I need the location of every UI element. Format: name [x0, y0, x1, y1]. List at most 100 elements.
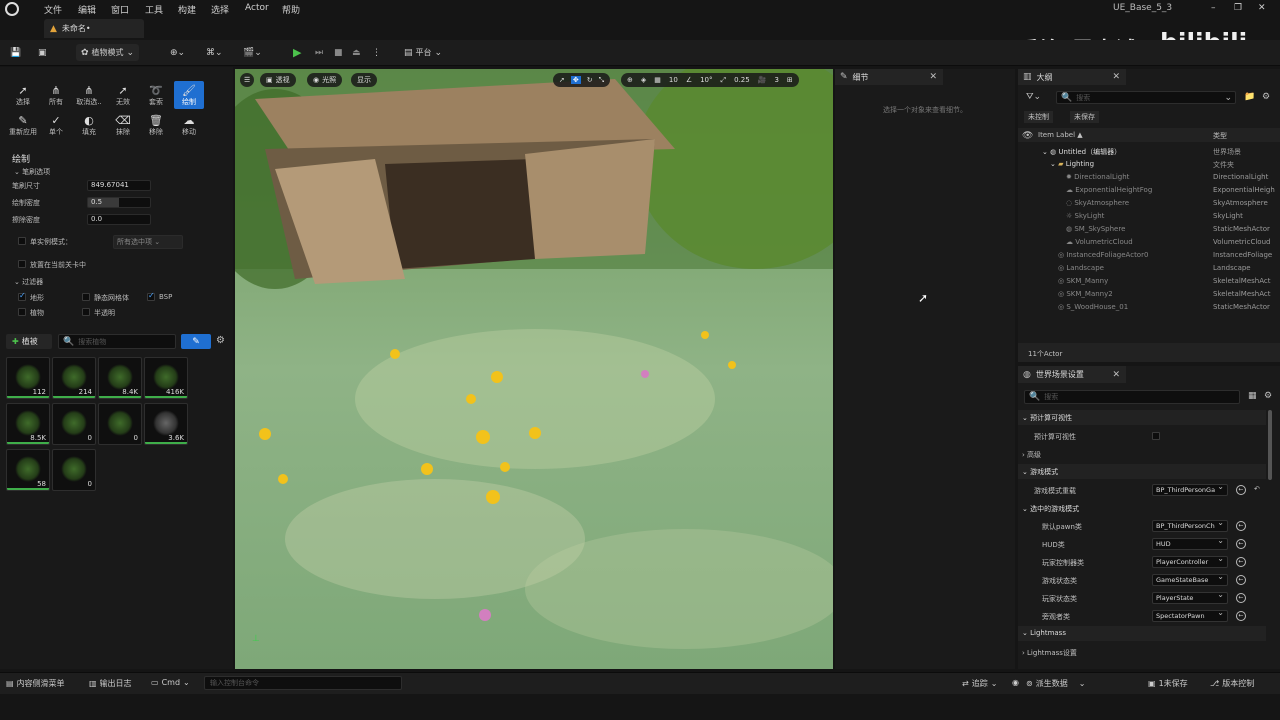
- tool-reapply[interactable]: ✎ 重新应用: [8, 115, 38, 137]
- trace-button[interactable]: ⇄ 追踪 ⌄: [962, 678, 997, 689]
- outliner-row[interactable]: ◎ InstancedFoliageActor0 InstancedFoliage: [1018, 249, 1280, 262]
- rotate-icon[interactable]: ↻: [587, 76, 593, 84]
- single-instance-checkbox[interactable]: [18, 237, 26, 245]
- tool-lasso[interactable]: ➰ 套索: [141, 85, 171, 107]
- browse-icon[interactable]: ←: [1236, 557, 1246, 567]
- reset-icon[interactable]: ↶: [1254, 485, 1260, 493]
- source-control-button[interactable]: ⎇ 版本控制: [1210, 678, 1254, 689]
- stop-icon[interactable]: ■: [334, 44, 343, 61]
- show-button[interactable]: 显示: [351, 73, 377, 87]
- camera-speed-value[interactable]: 3: [774, 76, 778, 84]
- filter-translucent-checkbox[interactable]: [82, 308, 90, 316]
- foliage-thumb-8[interactable]: 3.6K: [144, 403, 188, 445]
- derived-data-button[interactable]: ⊚ 派生数据 ⌄: [1026, 678, 1085, 689]
- details-tab[interactable]: ✎ 细节 ✕: [835, 69, 943, 85]
- tool-paint[interactable]: 🖌 绘制: [174, 81, 204, 109]
- cinematics-icon[interactable]: 🎬⌄: [243, 44, 262, 61]
- content-browser-icon[interactable]: ▣: [38, 44, 47, 61]
- tool-erase[interactable]: ⌫ 抹除: [108, 115, 138, 137]
- menu-window[interactable]: 窗口: [111, 3, 129, 16]
- visibility-eye-icon[interactable]: 👁: [1022, 131, 1033, 141]
- tool-select[interactable]: ➚ 选择: [8, 85, 38, 107]
- menu-tools[interactable]: 工具: [145, 3, 163, 16]
- browse-icon[interactable]: ←: [1236, 575, 1246, 585]
- menu-build[interactable]: 构建: [178, 3, 196, 16]
- level-tab[interactable]: ▲ 未命名•: [44, 19, 144, 38]
- step-icon[interactable]: ⏭: [315, 44, 323, 61]
- section-precomputed[interactable]: ⌄ 预计算可视性: [1018, 410, 1266, 425]
- lightmass-settings-row[interactable]: › Lightmass设置: [1018, 643, 1280, 661]
- play-icon[interactable]: ▶: [293, 44, 301, 61]
- tool-single[interactable]: ✓ 单个: [41, 115, 71, 137]
- world-settings-tab[interactable]: ◍ 世界场景设置 ✕: [1018, 366, 1126, 383]
- outliner-tab[interactable]: ▥ 大纲 ✕: [1018, 69, 1126, 85]
- angle-snap-icon[interactable]: ∠: [686, 76, 692, 84]
- filter-static-mesh-checkbox[interactable]: [82, 293, 90, 301]
- settings-gear-icon[interactable]: ⚙: [1264, 391, 1272, 401]
- level-viewport[interactable]: ☰ ▣ 透视 ◉ 光照 显示 ➚ ✥ ↻ ⤡ ⊕ ◈ ▦ 10 ∠ 10° ⤢ 0.…: [235, 69, 833, 669]
- foliage-thumb-5[interactable]: 8.5K: [6, 403, 50, 445]
- tool-move[interactable]: ☁ 移动: [174, 115, 204, 137]
- foliage-thumb-3[interactable]: 8.4K: [98, 357, 142, 399]
- content-drawer-button[interactable]: ▤ 内容侧滑菜单: [6, 678, 65, 689]
- unsaved-filter-chip[interactable]: 未控制: [1024, 111, 1053, 123]
- menu-actor[interactable]: Actor: [245, 3, 269, 13]
- unreal-logo-icon[interactable]: [5, 2, 19, 16]
- filter-landscape-checkbox[interactable]: [18, 291, 26, 301]
- erase-density-field[interactable]: 0.0: [87, 214, 151, 225]
- maximize-viewport-icon[interactable]: ⊞: [787, 76, 793, 84]
- game-mode-override-dropdown[interactable]: BP_ThirdPersonGa: [1152, 484, 1228, 496]
- add-folder-icon[interactable]: 📁: [1244, 92, 1255, 102]
- scrollbar-thumb[interactable]: [1268, 410, 1272, 480]
- filters-header[interactable]: ⌄ 过滤器: [14, 277, 43, 287]
- table-view-icon[interactable]: ▦: [1248, 391, 1257, 401]
- blueprint-icon[interactable]: ⌘⌄: [206, 44, 223, 61]
- foliage-thumb-10[interactable]: 0: [52, 449, 96, 491]
- outliner-row[interactable]: ☁ ExponentialHeightFog ExponentialHeigh: [1018, 184, 1280, 197]
- foliage-search-input[interactable]: 🔍 搜索植物: [58, 334, 176, 349]
- tool-deselect[interactable]: ⋔ 取消选..: [74, 85, 104, 107]
- foliage-thumb-4[interactable]: 416K: [144, 357, 188, 399]
- tool-fill[interactable]: ◐ 填充: [74, 115, 104, 137]
- close-window-icon[interactable]: ✕: [1258, 3, 1266, 13]
- foliage-thumb-2[interactable]: 214: [52, 357, 96, 399]
- maximize-icon[interactable]: ❐: [1234, 3, 1242, 13]
- scale-snap-icon[interactable]: ⤢: [721, 76, 727, 85]
- outliner-row[interactable]: ◎ SKM_Manny SkeletalMeshAct: [1018, 275, 1280, 288]
- outliner-search-input[interactable]: 🔍 搜索 ⌄: [1056, 91, 1236, 104]
- outliner-row[interactable]: ◎ SKM_Manny2 SkeletalMeshAct: [1018, 288, 1280, 301]
- menu-edit[interactable]: 编辑: [78, 3, 96, 16]
- menu-help[interactable]: 帮助: [282, 3, 300, 16]
- add-actor-icon[interactable]: ⊕⌄: [170, 44, 185, 61]
- grid-snap-icon[interactable]: ▦: [654, 76, 661, 84]
- close-icon[interactable]: ✕: [929, 72, 937, 82]
- camera-speed-icon[interactable]: 🎥: [758, 76, 767, 84]
- tool-remove[interactable]: 🗑 移除: [141, 115, 171, 137]
- selected-game-mode-row[interactable]: ⌄ 选中的游戏模式: [1018, 499, 1280, 517]
- scale-icon[interactable]: ⤡: [599, 76, 605, 85]
- brush-size-field[interactable]: 849.67041: [87, 180, 151, 191]
- browse-icon[interactable]: ←: [1236, 611, 1246, 621]
- pawn-class-dropdown[interactable]: BP_ThirdPersonCh: [1152, 520, 1228, 532]
- output-log-button[interactable]: ▥ 输出日志: [89, 678, 132, 689]
- browse-icon[interactable]: ←: [1236, 485, 1246, 495]
- player-state-dropdown[interactable]: PlayerState: [1152, 592, 1228, 604]
- menu-select[interactable]: 选择: [211, 3, 229, 16]
- outliner-row[interactable]: ◍ SM_SkySphere StaticMeshActor: [1018, 223, 1280, 236]
- close-icon[interactable]: ✕: [1112, 370, 1120, 380]
- outliner-row[interactable]: ◎ Landscape Landscape: [1018, 262, 1280, 275]
- browse-icon[interactable]: ←: [1236, 521, 1246, 531]
- outliner-row[interactable]: ⌄ ▰ Lighting 文件夹: [1018, 158, 1280, 171]
- more-options-icon[interactable]: ⋮: [372, 44, 381, 61]
- surface-snap-icon[interactable]: ◈: [641, 76, 646, 84]
- save-icon[interactable]: 💾: [10, 44, 21, 61]
- outliner-row[interactable]: ⌄ ◍ Untitled（编辑器） 世界场景: [1018, 145, 1280, 158]
- scale-snap-value[interactable]: 0.25: [734, 76, 750, 84]
- foliage-thumb-7[interactable]: 0: [98, 403, 142, 445]
- outliner-row[interactable]: ◌ SkyAtmosphere SkyAtmosphere: [1018, 197, 1280, 210]
- outliner-row[interactable]: ◎ S_WoodHouse_01 StaticMeshActor: [1018, 301, 1280, 314]
- minimize-icon[interactable]: –: [1211, 3, 1216, 13]
- advanced-row[interactable]: › 高级: [1018, 445, 1280, 463]
- outliner-row[interactable]: ✹ DirectionalLight DirectionalLight: [1018, 171, 1280, 184]
- filter-foliage-checkbox[interactable]: [18, 308, 26, 316]
